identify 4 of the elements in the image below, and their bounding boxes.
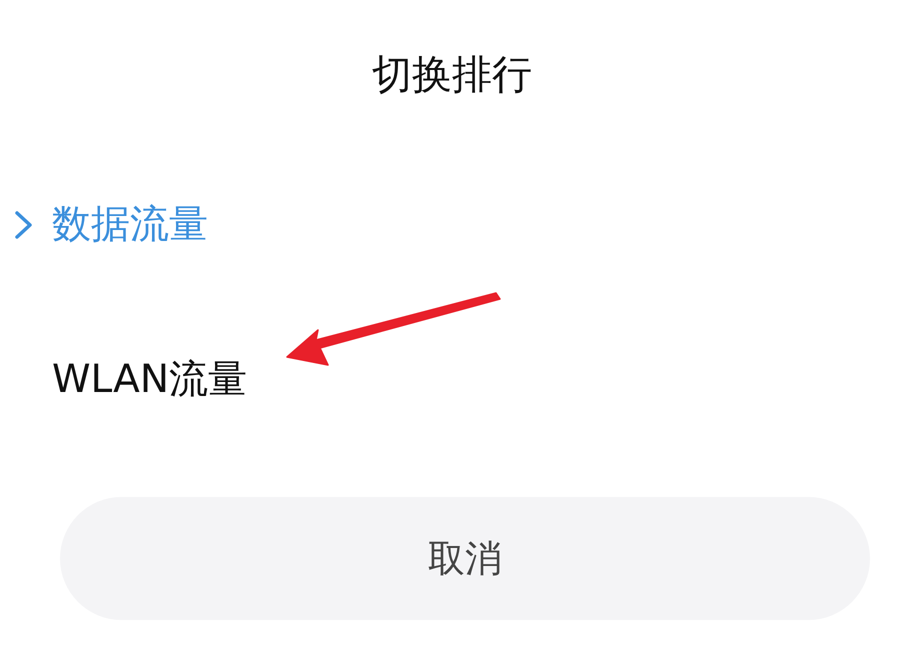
cancel-button[interactable]: 取消 <box>60 497 870 620</box>
option-item[interactable]: WLAN流量 <box>0 345 248 415</box>
chevron-icon <box>15 211 33 239</box>
sheet-title: 切换排行 <box>371 52 533 98</box>
